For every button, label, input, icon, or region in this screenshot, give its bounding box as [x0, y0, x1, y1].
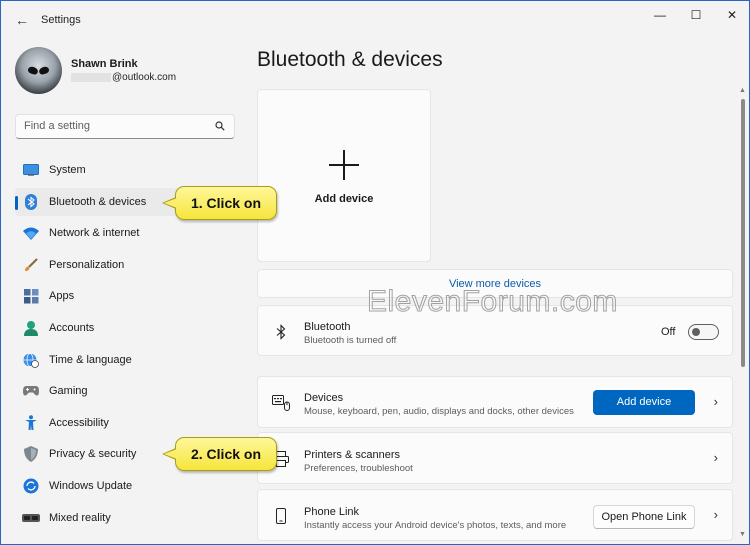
- open-phone-link-button[interactable]: Open Phone Link: [593, 505, 695, 529]
- app-title: Settings: [41, 14, 81, 26]
- accessibility-icon: [22, 414, 40, 432]
- sidebar-item-label: Windows Update: [49, 479, 133, 492]
- phone-link-title: Phone Link: [304, 506, 360, 518]
- sidebar-item-label: System: [49, 164, 86, 176]
- back-arrow-icon[interactable]: ←: [13, 11, 31, 29]
- phone-icon: [272, 507, 290, 525]
- user-email-domain: @outlook.com: [112, 72, 177, 83]
- printers-scanners-row[interactable]: Printers & scanners Preferences, trouble…: [257, 432, 733, 484]
- title-bar: ← Settings — ☐ ✕: [1, 1, 749, 39]
- view-more-devices-link[interactable]: View more devices: [257, 269, 733, 298]
- sidebar-item-time-language[interactable]: Time & language: [15, 346, 247, 374]
- apps-icon: [22, 287, 40, 305]
- sidebar-item-system[interactable]: System: [15, 156, 247, 184]
- settings-window: ← Settings — ☐ ✕ Shawn Brink @outlook.co…: [0, 0, 750, 545]
- avatar-eye-left: [27, 65, 39, 76]
- phone-link-subtitle: Instantly access your Android device's p…: [304, 520, 567, 531]
- user-email: @outlook.com: [71, 72, 176, 83]
- keyboard-mouse-icon: [272, 394, 290, 412]
- avatar[interactable]: [15, 47, 62, 94]
- sidebar-item-label: Bluetooth & devices: [49, 195, 147, 208]
- chevron-right-icon[interactable]: ›: [714, 450, 718, 465]
- devices-subtitle: Mouse, keyboard, pen, audio, displays an…: [304, 406, 574, 417]
- devices-title: Devices: [304, 392, 344, 404]
- printers-title: Printers & scanners: [304, 449, 400, 461]
- toggle-knob: [692, 328, 700, 336]
- search-input[interactable]: [24, 120, 204, 132]
- scroll-thumb[interactable]: [741, 99, 745, 367]
- sidebar-item-label: Gaming: [49, 385, 88, 398]
- chevron-right-icon[interactable]: ›: [714, 507, 718, 522]
- accounts-icon: [22, 319, 40, 337]
- phone-link-row[interactable]: Phone Link Instantly access your Android…: [257, 489, 733, 541]
- sidebar-item-gaming[interactable]: Gaming: [15, 377, 247, 405]
- chevron-right-icon[interactable]: ›: [714, 394, 718, 409]
- update-icon: [22, 477, 40, 495]
- callout-step-1: 1. Click on: [162, 186, 277, 220]
- printers-subtitle: Preferences, troubleshoot: [304, 463, 413, 474]
- sidebar-item-label: Accounts: [49, 321, 95, 334]
- gamepad-icon: [22, 382, 40, 400]
- maximize-button[interactable]: ☐: [681, 7, 711, 23]
- sidebar-item-label: Network & internet: [49, 227, 140, 240]
- sidebar-item-label: Personalization: [49, 258, 125, 271]
- email-redaction: [71, 72, 111, 82]
- search-icon[interactable]: [215, 121, 225, 131]
- callout-step-2: 2. Click on: [162, 437, 277, 471]
- add-device-tile-label: Add device: [314, 193, 374, 205]
- add-device-button[interactable]: Add device: [593, 390, 695, 415]
- sidebar-item-accessibility[interactable]: Accessibility: [15, 409, 247, 437]
- sidebar-item-label: Accessibility: [49, 416, 109, 429]
- shield-icon: [22, 445, 40, 463]
- bluetooth-toggle-state: Off: [661, 326, 676, 338]
- sidebar-item-mixed-reality[interactable]: Mixed reality: [15, 504, 247, 532]
- plus-icon: [327, 148, 361, 182]
- search-box[interactable]: [15, 114, 235, 139]
- bluetooth-row: Bluetooth Bluetooth is turned off Off: [257, 305, 733, 356]
- page-title: Bluetooth & devices: [257, 48, 443, 71]
- minimize-button[interactable]: —: [645, 7, 675, 23]
- sidebar-item-windows-update[interactable]: Windows Update: [15, 472, 247, 500]
- globe-clock-icon: [22, 351, 40, 369]
- sidebar-item-network-internet[interactable]: Network & internet: [15, 219, 247, 247]
- add-device-tile[interactable]: Add device: [257, 89, 431, 262]
- bluetooth-toggle[interactable]: [688, 324, 719, 340]
- close-button[interactable]: ✕: [717, 7, 747, 23]
- sidebar-item-accounts[interactable]: Accounts: [15, 314, 247, 342]
- user-name: Shawn Brink: [71, 58, 138, 70]
- wifi-icon: [22, 224, 40, 242]
- sidebar-item-label: Privacy & security: [49, 448, 137, 461]
- bluetooth-title: Bluetooth: [304, 321, 351, 333]
- devices-row[interactable]: Devices Mouse, keyboard, pen, audio, dis…: [257, 376, 733, 428]
- scroll-up-icon[interactable]: ▲: [739, 87, 746, 94]
- scroll-down-icon[interactable]: ▼: [739, 531, 746, 538]
- sidebar-item-apps[interactable]: Apps: [15, 282, 247, 310]
- system-icon: [22, 161, 40, 179]
- headset-icon: [22, 509, 40, 527]
- scrollbar[interactable]: ▲ ▼: [739, 87, 747, 543]
- sidebar-item-label: Time & language: [49, 353, 132, 366]
- brush-icon: [22, 256, 40, 274]
- sidebar-item-label: Apps: [49, 290, 75, 303]
- avatar-eye-right: [38, 65, 50, 76]
- bluetooth-subtitle: Bluetooth is turned off: [304, 335, 397, 346]
- bluetooth-icon: [22, 193, 40, 211]
- sidebar-item-personalization[interactable]: Personalization: [15, 251, 247, 279]
- bluetooth-icon: [272, 323, 290, 341]
- sidebar-item-label: Mixed reality: [49, 511, 111, 524]
